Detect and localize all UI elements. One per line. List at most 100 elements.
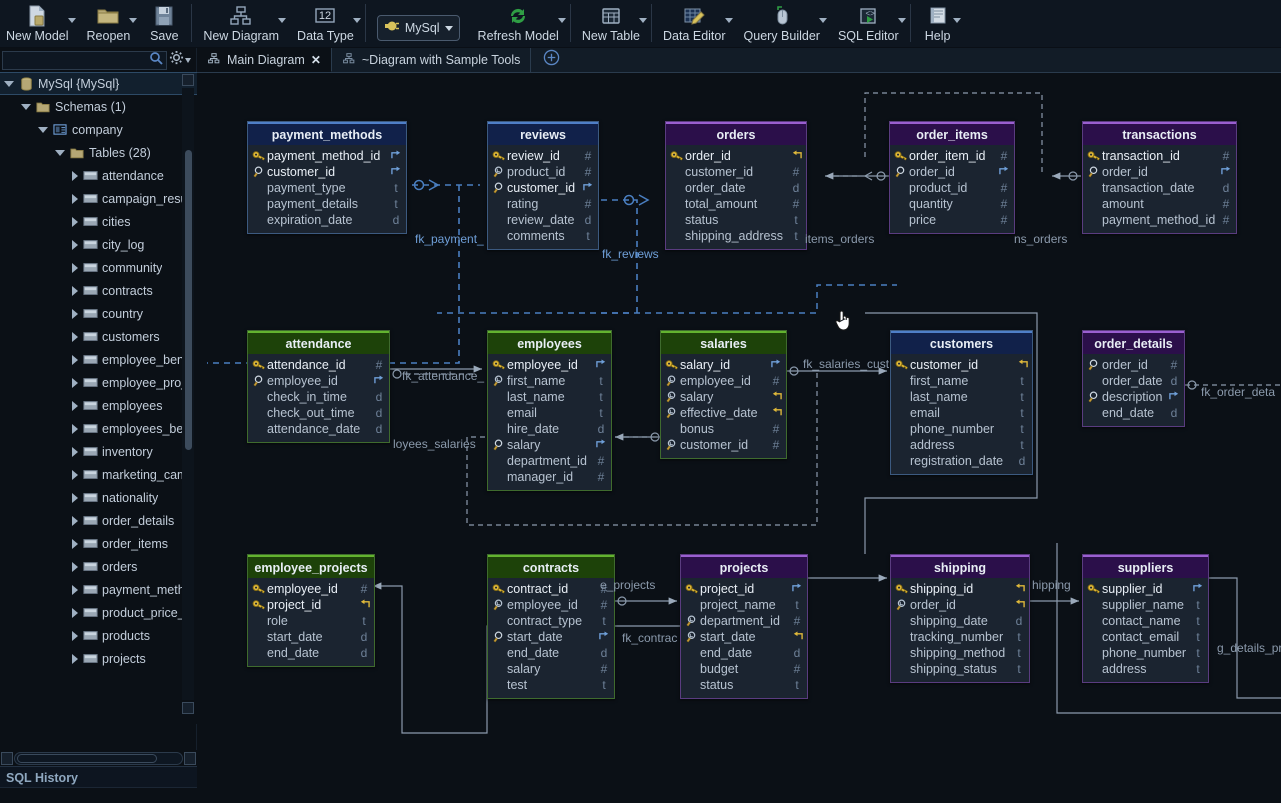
column-row[interactable]: shipping_id: [891, 581, 1029, 597]
tree-item-mysql-mysql-[interactable]: MySql {MySql}: [0, 72, 197, 95]
tree-item-attendance[interactable]: attendance: [0, 164, 197, 187]
column-row[interactable]: transaction_date d: [1083, 180, 1236, 196]
relationship-label[interactable]: loyees_salaries: [393, 437, 476, 451]
table-header[interactable]: shipping: [891, 555, 1029, 578]
relationship-label[interactable]: ns_orders: [1014, 232, 1067, 246]
toolbar-data-type[interactable]: 12 Data Type: [293, 0, 361, 48]
tree-item-projects[interactable]: projects: [0, 647, 197, 670]
column-row[interactable]: payment_details t: [248, 196, 406, 212]
chevron-down-icon[interactable]: [897, 18, 906, 23]
column-row[interactable]: payment_method_id #: [1083, 212, 1236, 228]
chevron-right-icon[interactable]: [72, 170, 78, 181]
relationship-label[interactable]: hipping: [1032, 578, 1071, 592]
scroll-thumb[interactable]: [185, 150, 192, 450]
column-row[interactable]: phone_number t: [891, 421, 1032, 437]
column-row[interactable]: end_date d: [488, 645, 614, 661]
column-row[interactable]: review_date d: [488, 212, 598, 228]
column-row[interactable]: comments t: [488, 228, 598, 244]
chevron-down-icon[interactable]: [557, 18, 566, 23]
column-row[interactable]: payment_type t: [248, 180, 406, 196]
relationship-label[interactable]: fk_contrac: [622, 631, 677, 645]
scroll-left-button[interactable]: [1, 751, 13, 765]
table-node-projects[interactable]: projects project_id project_name t departmen…: [680, 554, 808, 699]
column-row[interactable]: order_item_id #: [890, 148, 1014, 164]
tree-item-marketing-campa[interactable]: marketing_campa: [0, 463, 197, 486]
hscroll-track[interactable]: [14, 751, 183, 765]
table-header[interactable]: order_items: [890, 122, 1014, 145]
chevron-down-icon[interactable]: [38, 126, 48, 133]
toolbar-new-diagram[interactable]: New Diagram: [199, 0, 287, 48]
tree-item-employees[interactable]: employees: [0, 394, 197, 417]
table-header[interactable]: order_details: [1083, 331, 1184, 354]
column-row[interactable]: bonus #: [661, 421, 786, 437]
tree-item-schemas-1-[interactable]: Schemas (1): [0, 95, 197, 118]
table-header[interactable]: customers: [891, 331, 1032, 354]
column-row[interactable]: check_out_time d: [248, 405, 389, 421]
gear-icon[interactable]: [169, 50, 184, 70]
column-row[interactable]: email t: [488, 405, 611, 421]
column-row[interactable]: start_date: [488, 629, 614, 645]
table-header[interactable]: payment_methods: [248, 122, 406, 145]
column-row[interactable]: end_date d: [248, 645, 374, 661]
toolbar-new-table[interactable]: New Table: [578, 0, 647, 48]
column-row[interactable]: effective_date: [661, 405, 786, 421]
chevron-right-icon[interactable]: [72, 492, 78, 503]
column-row[interactable]: order_id: [1083, 164, 1236, 180]
chevron-right-icon[interactable]: [72, 561, 78, 572]
column-row[interactable]: customer_id #: [666, 164, 806, 180]
table-node-order_items[interactable]: order_items order_item_id # order_id product…: [889, 121, 1015, 234]
relationship-label[interactable]: fk_salaries_cust: [803, 357, 889, 371]
table-node-employees[interactable]: employees employee_id first_name t last_name…: [487, 330, 612, 491]
column-row[interactable]: employee_id: [248, 373, 389, 389]
column-row[interactable]: registration_date d: [891, 453, 1032, 469]
search-box[interactable]: [2, 50, 167, 70]
tree-item-employee-benefit[interactable]: employee_benefit: [0, 348, 197, 371]
column-row[interactable]: phone_number t: [1083, 645, 1208, 661]
column-row[interactable]: check_in_time d: [248, 389, 389, 405]
chevron-down-icon[interactable]: [67, 18, 76, 23]
tree-item-orders[interactable]: orders: [0, 555, 197, 578]
tree-item-employees-benefi[interactable]: employees_benefi: [0, 417, 197, 440]
table-header[interactable]: orders: [666, 122, 806, 145]
chevron-right-icon[interactable]: [72, 216, 78, 227]
toolbar-help[interactable]: Help: [918, 0, 961, 48]
tab-main-diagram[interactable]: Main Diagram ✕: [197, 48, 332, 72]
column-row[interactable]: customer_id: [248, 164, 406, 180]
chevron-right-icon[interactable]: [72, 262, 78, 273]
table-node-suppliers[interactable]: suppliers supplier_id supplier_name t contac…: [1082, 554, 1209, 683]
column-row[interactable]: start_date: [681, 629, 807, 645]
column-row[interactable]: test t: [488, 677, 614, 693]
chevron-right-icon[interactable]: [72, 630, 78, 641]
column-row[interactable]: first_name t: [488, 373, 611, 389]
tree-item-order-items[interactable]: order_items: [0, 532, 197, 555]
chevron-down-icon[interactable]: [129, 18, 138, 23]
column-row[interactable]: role t: [248, 613, 374, 629]
chevron-right-icon[interactable]: [72, 653, 78, 664]
column-row[interactable]: salary: [661, 389, 786, 405]
column-row[interactable]: attendance_id #: [248, 357, 389, 373]
chevron-right-icon[interactable]: [72, 400, 78, 411]
column-row[interactable]: price #: [890, 212, 1014, 228]
tree-item-campaign-results[interactable]: campaign_results: [0, 187, 197, 210]
column-row[interactable]: salary_id: [661, 357, 786, 373]
column-row[interactable]: product_id #: [488, 164, 598, 180]
tree-item-company[interactable]: company: [0, 118, 197, 141]
column-row[interactable]: status t: [666, 212, 806, 228]
column-row[interactable]: customer_id: [891, 357, 1032, 373]
tree-item-city-log[interactable]: city_log: [0, 233, 197, 256]
chevron-right-icon[interactable]: [72, 515, 78, 526]
table-header[interactable]: projects: [681, 555, 807, 578]
toolbar-data-editor[interactable]: Data Editor: [659, 0, 733, 48]
table-header[interactable]: suppliers: [1083, 555, 1208, 578]
settings-button[interactable]: [169, 50, 194, 70]
chevron-right-icon[interactable]: [72, 308, 78, 319]
column-row[interactable]: order_id: [890, 164, 1014, 180]
column-row[interactable]: order_date d: [666, 180, 806, 196]
table-header[interactable]: employee_projects: [248, 555, 374, 578]
relationship-label[interactable]: fk_attendance_: [402, 369, 484, 383]
column-row[interactable]: order_id: [666, 148, 806, 164]
column-row[interactable]: order_date d: [1083, 373, 1184, 389]
table-node-reviews[interactable]: reviews review_id # product_id # customer_id r…: [487, 121, 599, 250]
relationship-label[interactable]: fk_order_deta: [1201, 385, 1275, 399]
column-row[interactable]: quantity #: [890, 196, 1014, 212]
